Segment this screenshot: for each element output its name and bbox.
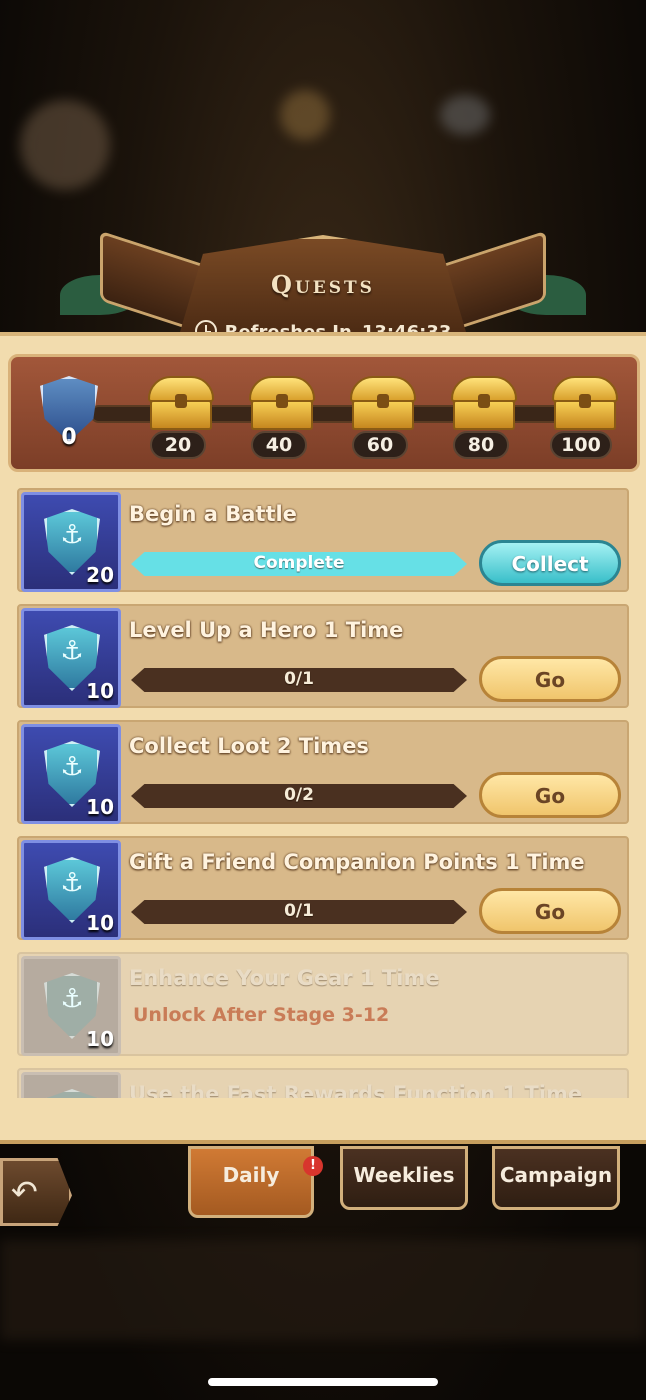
quest-title: Collect Loot 2 Times [129,734,369,758]
quest-progress-text: 0/1 [284,669,314,689]
treasure-chest-icon[interactable] [350,376,416,434]
quest-points: 10 [86,1027,114,1051]
notification-badge: ! [303,1156,323,1176]
treasure-chest-icon[interactable] [249,376,315,434]
quest-list[interactable]: 20 Begin a Battle Complete Collect 10 Le… [17,488,629,1098]
quest-title: Gift a Friend Companion Points 1 Time [129,850,585,874]
milestone-80: 80 [453,431,509,459]
quest-reward-icon: 10 [21,724,121,824]
treasure-chest-icon[interactable] [552,376,618,434]
quest-reward-icon: 20 [21,492,121,592]
quest-item-locked: 10 Enhance Your Gear 1 Time Unlock After… [17,952,629,1056]
blurred-gem-icon [440,95,490,135]
quest-title: Enhance Your Gear 1 Time [129,966,440,990]
quest-item: 10 Level Up a Hero 1 Time 0/1 Go [17,604,629,708]
blurred-coin-icon [280,90,330,140]
blurred-avatar [20,100,110,190]
unlock-requirement: Unlock After Stage 3-12 [133,1004,390,1026]
quest-reward-icon [21,1072,121,1098]
tab-daily[interactable]: Daily [188,1146,314,1218]
go-button[interactable]: Go [479,656,621,702]
go-button[interactable]: Go [479,772,621,818]
home-indicator [208,1378,438,1386]
quest-points: 10 [86,795,114,819]
current-points: 0 [61,425,77,450]
treasure-chest-icon[interactable] [451,376,517,434]
milestone-20: 20 [150,431,206,459]
milestone-40: 40 [251,431,307,459]
quest-item: 10 Collect Loot 2 Times 0/2 Go [17,720,629,824]
quest-progress-text: Complete [253,553,345,573]
collect-button[interactable]: Collect [479,540,621,586]
quest-progress-text: 0/2 [284,785,314,805]
shield-icon [44,1089,100,1098]
quest-reward-icon: 10 [21,608,121,708]
blurred-bottom-nav [0,1240,646,1340]
milestone-60: 60 [352,431,408,459]
back-button[interactable]: ↶ [0,1158,72,1226]
tab-weeklies[interactable]: Weeklies [340,1146,468,1210]
back-arrow-icon: ↶ [11,1173,38,1211]
quest-title: Begin a Battle [129,502,297,526]
quest-reward-icon: 10 [21,956,121,1056]
quest-item: 10 Gift a Friend Companion Points 1 Time… [17,836,629,940]
quest-title: Level Up a Hero 1 Time [129,618,404,642]
treasure-chest-icon[interactable] [148,376,214,434]
quest-points: 10 [86,679,114,703]
milestone-100: 100 [550,431,612,459]
quest-item: 20 Begin a Battle Complete Collect [17,488,629,592]
tab-campaign[interactable]: Campaign [492,1146,620,1210]
quest-item-locked: Use the Fast Rewards Function 1 Time [17,1068,629,1098]
go-button[interactable]: Go [479,888,621,934]
quest-progress-text: 0/1 [284,901,314,921]
page-title: Quests [271,270,375,299]
quest-title: Use the Fast Rewards Function 1 Time [129,1082,583,1098]
quest-points: 10 [86,911,114,935]
quest-points: 20 [86,563,114,587]
quest-reward-icon: 10 [21,840,121,940]
